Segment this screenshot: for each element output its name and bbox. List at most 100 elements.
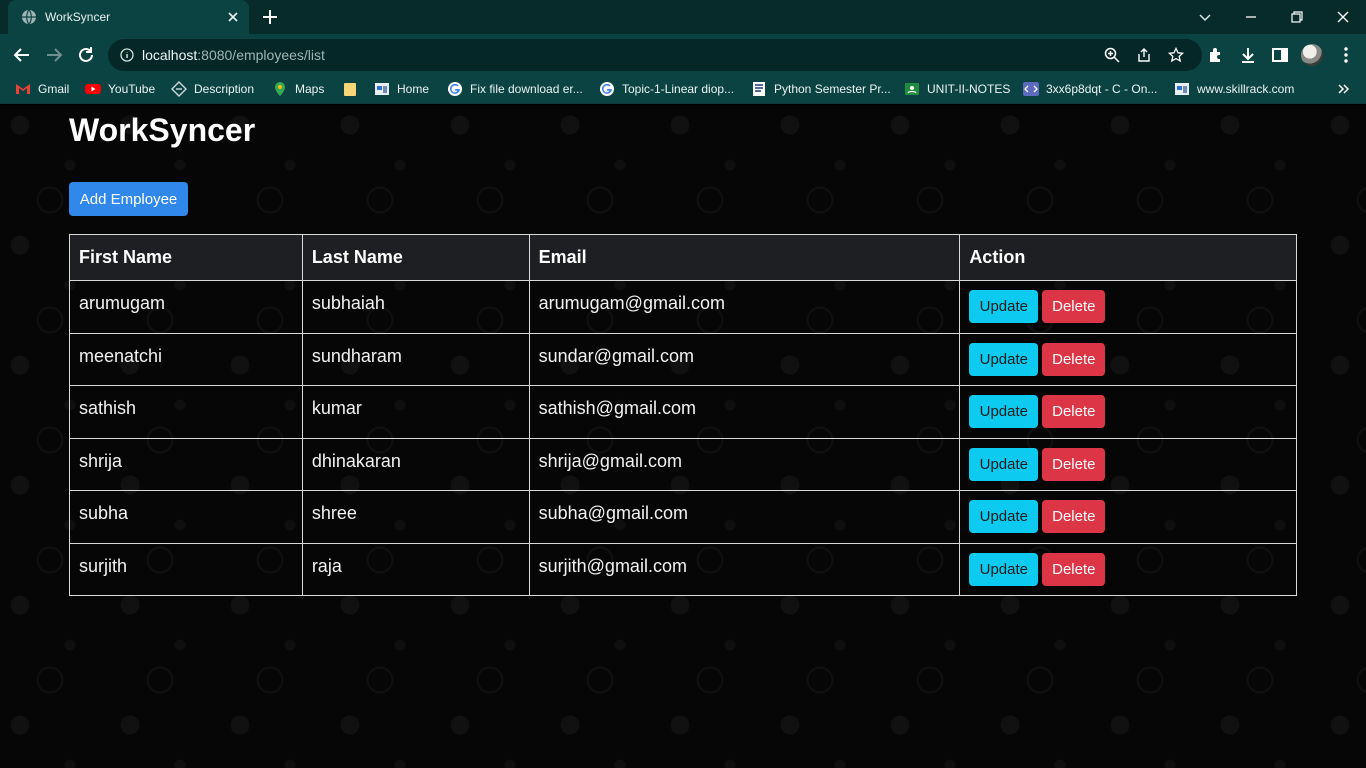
home-icon <box>375 83 389 95</box>
delete-button[interactable]: Delete <box>1042 395 1106 428</box>
description-icon <box>171 81 187 97</box>
bookmark-label: Description <box>194 82 255 97</box>
browser-toolbar: localhost:8080/employees/list <box>0 34 1366 76</box>
last-name-cell: subhaiah <box>301 280 530 334</box>
tab-title: WorkSyncer <box>45 10 111 24</box>
bookmark-star-icon[interactable] <box>1168 47 1184 63</box>
bookmark-unit-ii[interactable]: UNIT-II-NOTES <box>904 82 1010 98</box>
bookmark-label: Topic-1-Linear diop... <box>622 82 735 97</box>
profile-avatar[interactable] <box>1301 44 1323 66</box>
new-tab-icon[interactable] <box>261 8 279 26</box>
bookmark-label: 3xx6p8dqt - C - On... <box>1046 82 1158 97</box>
bookmark-topic-1[interactable]: Topic-1-Linear diop... <box>599 82 734 98</box>
table-row: subha shree subha@gmail.com Update Delete <box>69 490 1297 544</box>
column-header-last-name: Last Name <box>301 234 530 281</box>
employee-table: First Name Last Name Email Action arumug… <box>69 234 1297 596</box>
gmail-icon <box>16 84 30 94</box>
close-icon[interactable] <box>225 9 241 25</box>
table-row: meenatchi sundharam sundar@gmail.com Upd… <box>69 332 1297 386</box>
action-cell: Update Delete <box>959 332 1297 386</box>
last-name-cell: dhinakaran <box>301 437 530 491</box>
url-path: :8080/employees/list <box>197 47 325 63</box>
table-header-row: First Name Last Name Email Action <box>69 234 1297 281</box>
update-button[interactable]: Update <box>969 500 1039 533</box>
bookmarks-bar: Gmail YouTube Description Maps Home Fix … <box>0 76 1366 104</box>
email-cell: subha@gmail.com <box>528 490 961 544</box>
bookmark-python[interactable]: Python Semester Pr... <box>751 82 891 98</box>
reload-icon[interactable] <box>76 45 96 65</box>
forward-icon[interactable] <box>44 45 64 65</box>
action-cell: Update Delete <box>959 490 1297 544</box>
first-name-cell: surjith <box>69 542 303 596</box>
email-cell: surjith@gmail.com <box>528 542 961 596</box>
window-close-icon[interactable] <box>1333 7 1353 27</box>
code-icon <box>1023 82 1039 96</box>
extensions-icon[interactable] <box>1206 45 1226 65</box>
bookmark-maps[interactable]: Maps <box>272 82 324 98</box>
delete-button[interactable]: Delete <box>1042 500 1106 533</box>
column-header-first-name: First Name <box>69 234 303 281</box>
bookmark-label: Python Semester Pr... <box>774 82 891 97</box>
url-text[interactable]: localhost:8080/employees/list <box>142 47 325 63</box>
add-employee-button[interactable]: Add Employee <box>69 182 188 216</box>
minimize-icon[interactable] <box>1241 7 1261 27</box>
restore-icon[interactable] <box>1287 7 1307 27</box>
update-button[interactable]: Update <box>969 552 1039 586</box>
globe-icon <box>22 9 36 25</box>
maps-icon <box>275 82 285 96</box>
table-row: shrija dhinakaran shrija@gmail.com Updat… <box>69 437 1297 491</box>
delete-button[interactable]: Delete <box>1042 290 1106 323</box>
table-row: surjith raja surjith@gmail.com Update Del… <box>69 542 1297 596</box>
bookmark-gmail[interactable]: Gmail <box>15 82 69 98</box>
update-button[interactable]: Update <box>969 342 1039 376</box>
back-icon[interactable] <box>12 45 32 65</box>
site-info-icon[interactable] <box>120 48 134 62</box>
action-cell: Update Delete <box>959 385 1297 439</box>
bookmark-folder[interactable] <box>342 82 365 98</box>
column-header-action: Action <box>959 234 1297 281</box>
taskbar-preview-strip <box>100 764 390 768</box>
action-cell: Update Delete <box>959 437 1297 491</box>
bookmark-label: www.skillrack.com <box>1197 82 1295 97</box>
first-name-cell: subha <box>69 490 303 544</box>
youtube-icon <box>85 84 101 94</box>
email-cell: sathish@gmail.com <box>528 385 961 439</box>
page-viewport: WorkSyncer Add Employee First Name Last … <box>0 105 1366 768</box>
first-name-cell: meenatchi <box>69 332 303 386</box>
side-panel-icon[interactable] <box>1270 45 1290 65</box>
first-name-cell: sathish <box>69 385 303 439</box>
bookmark-label: Home <box>397 82 430 97</box>
first-name-cell: arumugam <box>69 280 303 334</box>
share-icon[interactable] <box>1136 47 1152 63</box>
delete-button[interactable]: Delete <box>1042 342 1106 376</box>
more-menu-icon[interactable] <box>1336 45 1356 65</box>
zoom-icon[interactable] <box>1104 47 1120 63</box>
bookmark-label: Fix file download er... <box>470 82 583 97</box>
delete-button[interactable]: Delete <box>1042 447 1106 481</box>
bookmark-youtube[interactable]: YouTube <box>85 82 155 98</box>
bookmarks-overflow-icon[interactable] <box>1336 82 1350 96</box>
email-cell: arumugam@gmail.com <box>528 280 961 334</box>
delete-button[interactable]: Delete <box>1042 552 1106 586</box>
last-name-cell: kumar <box>301 385 530 439</box>
bookmark-label: Maps <box>295 82 325 97</box>
document-icon <box>753 82 765 96</box>
bookmark-skillrack[interactable]: www.skillrack.com <box>1174 82 1294 98</box>
folder-icon <box>344 83 356 96</box>
bookmark-home[interactable]: Home <box>374 82 429 98</box>
bookmark-description[interactable]: Description <box>171 81 255 98</box>
bookmark-label: UNIT-II-NOTES <box>927 82 1011 97</box>
classroom-icon <box>905 83 919 95</box>
update-button[interactable]: Update <box>969 290 1039 323</box>
update-button[interactable]: Update <box>969 395 1039 428</box>
table-row: sathish kumar sathish@gmail.com Update De… <box>69 385 1297 439</box>
tab-search-icon[interactable] <box>1195 7 1215 27</box>
table-row: arumugam subhaiah arumugam@gmail.com Upd… <box>69 280 1297 334</box>
bookmark-code[interactable]: 3xx6p8dqt - C - On... <box>1023 82 1157 98</box>
email-cell: sundar@gmail.com <box>528 332 961 386</box>
download-icon[interactable] <box>1238 45 1258 65</box>
update-button[interactable]: Update <box>969 447 1039 481</box>
address-bar[interactable]: localhost:8080/employees/list <box>108 39 1202 71</box>
bookmark-fix-file[interactable]: Fix file download er... <box>447 82 583 98</box>
browser-tab[interactable]: WorkSyncer <box>8 0 249 34</box>
